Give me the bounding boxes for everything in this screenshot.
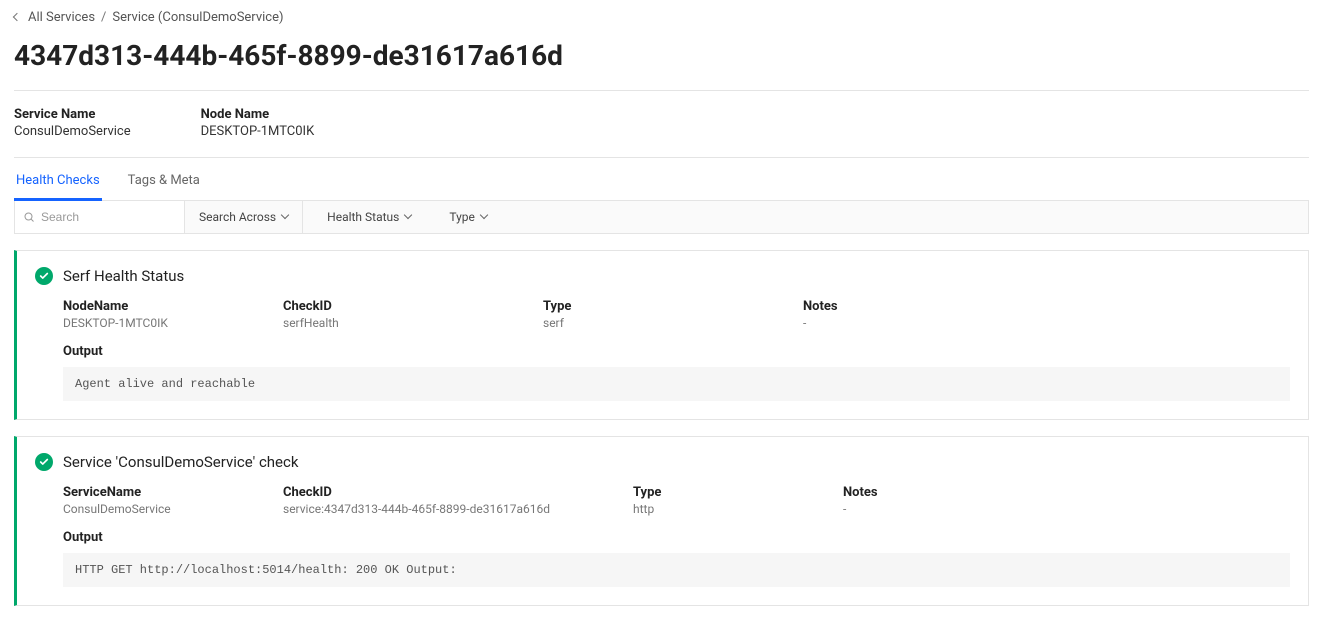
- search-icon: [23, 211, 35, 223]
- filter-label: Health Status: [327, 210, 399, 224]
- filter-search-across[interactable]: Search Across: [185, 201, 303, 233]
- chevron-down-icon: [480, 211, 488, 219]
- meta-value: ConsulDemoService: [14, 124, 131, 139]
- tab-health-checks[interactable]: Health Checks: [14, 161, 102, 201]
- col-value: -: [843, 502, 1290, 516]
- col-label: CheckID: [283, 299, 543, 314]
- breadcrumb: All Services / Service (ConsulDemoServic…: [14, 0, 1309, 33]
- search-box[interactable]: [15, 201, 185, 233]
- check-details-grid: NodeName DESKTOP-1MTC0IK CheckID serfHea…: [35, 299, 1290, 330]
- check-details-grid: ServiceName ConsulDemoService CheckID se…: [35, 485, 1290, 516]
- col-value: ConsulDemoService: [63, 502, 283, 516]
- col-first: NodeName DESKTOP-1MTC0IK: [63, 299, 283, 330]
- output-box: HTTP GET http://localhost:5014/health: 2…: [63, 553, 1290, 587]
- col-value: http: [633, 502, 843, 516]
- col-label: CheckID: [283, 485, 633, 500]
- health-checks-list: Serf Health Status NodeName DESKTOP-1MTC…: [14, 250, 1309, 606]
- output-label: Output: [35, 344, 1290, 359]
- meta-label: Service Name: [14, 107, 131, 122]
- col-label: Notes: [803, 299, 1290, 314]
- filter-label: Type: [449, 210, 475, 224]
- page-title: 4347d313-444b-465f-8899-de31617a616d: [14, 33, 1309, 90]
- col-label: Notes: [843, 485, 1290, 500]
- health-check-card: Serf Health Status NodeName DESKTOP-1MTC…: [14, 250, 1309, 420]
- breadcrumb-current: Service (ConsulDemoService): [112, 10, 283, 25]
- col-checkid: CheckID service:4347d313-444b-465f-8899-…: [283, 485, 633, 516]
- col-value: serf: [543, 316, 803, 330]
- col-label: ServiceName: [63, 485, 283, 500]
- check-title: Serf Health Status: [63, 267, 184, 285]
- filter-bar: Search Across Health Status Type: [14, 200, 1309, 234]
- col-type: Type http: [633, 485, 843, 516]
- breadcrumb-separator: /: [101, 10, 106, 25]
- col-value: DESKTOP-1MTC0IK: [63, 316, 283, 330]
- breadcrumb-all-services[interactable]: All Services: [28, 10, 95, 25]
- meta-service-name: Service Name ConsulDemoService: [14, 107, 131, 139]
- col-value: serfHealth: [283, 316, 543, 330]
- filter-type[interactable]: Type: [435, 201, 501, 233]
- col-notes: Notes -: [843, 485, 1290, 516]
- col-type: Type serf: [543, 299, 803, 330]
- search-input[interactable]: [41, 210, 176, 224]
- meta-node-name: Node Name DESKTOP-1MTC0IK: [201, 107, 315, 139]
- divider: [14, 157, 1309, 158]
- tabs: Health Checks Tags & Meta: [14, 160, 1309, 201]
- col-value: -: [803, 316, 1290, 330]
- card-header: Service 'ConsulDemoService' check: [35, 453, 1290, 471]
- tab-tags-meta[interactable]: Tags & Meta: [126, 161, 202, 201]
- col-label: Type: [543, 299, 803, 314]
- col-first: ServiceName ConsulDemoService: [63, 485, 283, 516]
- check-title: Service 'ConsulDemoService' check: [63, 453, 298, 471]
- filter-health-status[interactable]: Health Status: [313, 201, 425, 233]
- col-checkid: CheckID serfHealth: [283, 299, 543, 330]
- card-header: Serf Health Status: [35, 267, 1290, 285]
- meta-label: Node Name: [201, 107, 315, 122]
- meta-value: DESKTOP-1MTC0IK: [201, 124, 315, 139]
- status-passing-icon: [35, 453, 53, 471]
- chevron-down-icon: [404, 211, 412, 219]
- col-notes: Notes -: [803, 299, 1290, 330]
- chevron-down-icon: [281, 211, 289, 219]
- meta-row: Service Name ConsulDemoService Node Name…: [14, 91, 1309, 157]
- output-box: Agent alive and reachable: [63, 367, 1290, 401]
- col-label: Type: [633, 485, 843, 500]
- status-passing-icon: [35, 267, 53, 285]
- col-label: NodeName: [63, 299, 283, 314]
- output-label: Output: [35, 530, 1290, 545]
- filter-label: Search Across: [199, 210, 276, 224]
- health-check-card: Service 'ConsulDemoService' check Servic…: [14, 436, 1309, 606]
- chevron-left-icon: [13, 12, 21, 20]
- col-value: service:4347d313-444b-465f-8899-de31617a…: [283, 502, 633, 516]
